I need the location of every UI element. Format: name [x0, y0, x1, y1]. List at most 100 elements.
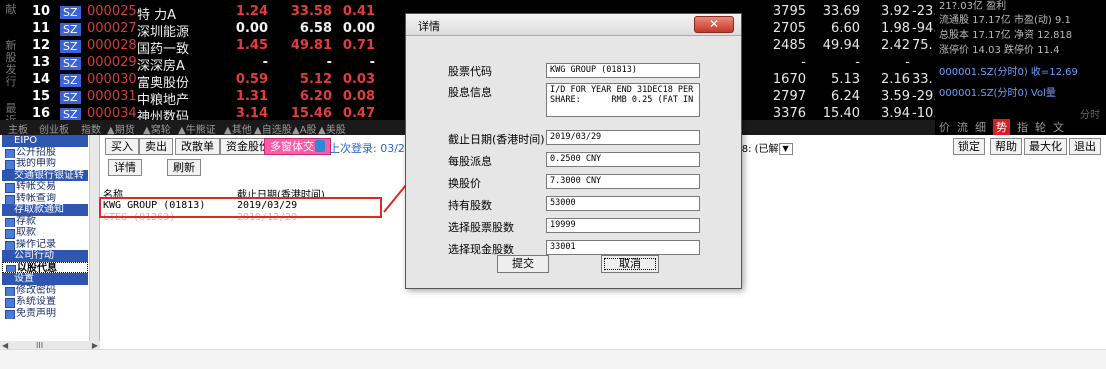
exit-button[interactable]: 退出 — [1069, 138, 1101, 155]
market-tab[interactable]: ▲其他 — [224, 121, 252, 136]
quote-c1: 1.24 — [235, 4, 268, 19]
info-tabs: 价流细势指轮文 — [939, 119, 1071, 135]
quote-c1: 1.31 — [235, 89, 268, 104]
nav-group[interactable]: 存取款通知 — [2, 204, 88, 216]
quote-c1: 1.45 — [235, 38, 268, 53]
market-tab[interactable]: 指数 — [81, 121, 101, 136]
quote-c3: 0.71 — [342, 38, 375, 53]
quote-c3: 0.08 — [342, 89, 375, 104]
highlight-box — [99, 197, 382, 218]
info-tab[interactable]: 指 — [1017, 119, 1028, 135]
buy-button[interactable]: 买入 — [105, 138, 139, 155]
chart-selector-volume[interactable]: 000001.SZ(分时0) Vol量 — [939, 84, 1056, 99]
quote-r2: - — [855, 55, 860, 70]
quote-r1: 3795 — [772, 4, 806, 19]
sell-button[interactable]: 卖出 — [139, 138, 173, 155]
market-tab[interactable]: ▲牛熊证 — [178, 121, 216, 136]
quote-c1: - — [262, 55, 268, 70]
market-tab[interactable]: ▲窝轮 — [143, 121, 171, 136]
nav-item[interactable]: 存款 — [2, 216, 88, 227]
nav-group[interactable]: 交通银行银证转 — [2, 169, 88, 181]
quote-c2: 49.81 — [290, 38, 332, 53]
side-label-top: 献 — [5, 3, 17, 16]
nav-item[interactable]: 免责声明 — [2, 308, 88, 319]
stock-code-field: KWG GROUP (01813) — [546, 63, 700, 78]
info-tab[interactable]: 势 — [993, 119, 1010, 135]
quote-idx: 12 — [32, 38, 51, 53]
nav-item[interactable]: 转帐交易 — [2, 181, 88, 193]
timeshare-label: 分时 — [1080, 110, 1100, 121]
market-tab[interactable]: ▲美股 — [318, 121, 346, 136]
market-tab[interactable]: ▲自选股 — [254, 121, 292, 136]
info-tab[interactable]: 流 — [957, 119, 968, 135]
market-tab[interactable]: 创业板 — [39, 121, 69, 136]
nav-item[interactable]: 修改密码 — [2, 285, 88, 296]
info-tab[interactable]: 文 — [1053, 119, 1064, 135]
quote-idx: 13 — [32, 55, 51, 70]
quote-r3: - — [905, 55, 910, 70]
label-shares-held: 持有股数 — [448, 199, 492, 212]
cancel-button[interactable]: 取消 — [601, 255, 659, 273]
quote-r2: 5.13 — [831, 72, 860, 87]
quote-r2: 15.40 — [822, 106, 860, 121]
nav-item[interactable]: 我的申购 — [2, 158, 88, 170]
quote-c2: - — [326, 55, 332, 70]
nav-item[interactable]: 公开招股 — [2, 147, 88, 158]
conversion-price-field: 7.3000 CNY — [546, 174, 700, 189]
market-tab[interactable]: ▲期货 — [107, 121, 135, 136]
quote-c3: 0.47 — [342, 106, 375, 121]
detail-dialog: 详情 ✕ 股票代码 股息信息 截止日期(香港时间) 每股派息 换股价 持有股数 … — [405, 13, 742, 289]
nav-group[interactable]: EIPO — [2, 135, 88, 147]
submit-button[interactable]: 提交 — [497, 255, 549, 273]
quote-market: SZ — [60, 40, 81, 53]
chevron-down-icon[interactable]: ▼ — [778, 143, 793, 155]
market-tab[interactable]: 主板 — [8, 121, 28, 136]
chart-selector-price[interactable]: 000001.SZ(分时0) 收=12.69 — [939, 63, 1078, 78]
maximize-button[interactable]: 最大化 — [1024, 138, 1067, 155]
info-line: 涨停价 14.03 跌停价 11.4 — [939, 45, 1060, 56]
label-per-share: 每股派息 — [448, 155, 492, 168]
shares-held-field: 53000 — [546, 196, 700, 211]
sidebar-scrollbar[interactable] — [89, 135, 99, 345]
quote-code: 000029 — [87, 55, 137, 70]
nav-item[interactable]: 系统设置 — [2, 296, 88, 308]
quote-c1: 0.59 — [235, 72, 268, 87]
quote-market: SZ — [60, 6, 81, 19]
market-tab[interactable]: ▲A股 — [292, 121, 317, 136]
stock-info-panel: 21?.03亿 盈利 流通股 17.17亿 市盈(动) 9.1 总股本 17.1… — [935, 0, 1106, 135]
label-stock-qty: 选择股票股数 — [448, 221, 514, 234]
status-bar — [0, 349, 1106, 369]
quote-market: SZ — [60, 91, 81, 104]
info-tab[interactable]: 价 — [939, 119, 950, 135]
quote-idx: 14 — [32, 72, 51, 87]
nav-item[interactable]: 操作记录 — [2, 239, 88, 250]
help-button[interactable]: 帮助 — [990, 138, 1022, 155]
refresh-button[interactable]: 刷新 — [167, 159, 201, 176]
quote-r2: 6.60 — [831, 21, 860, 36]
nav-item[interactable]: 转帐查询 — [2, 193, 88, 204]
quote-r3: 3.59 — [881, 89, 910, 104]
dialog-title: 详情 — [418, 20, 440, 33]
cash-qty-input[interactable]: 33001 — [546, 240, 700, 255]
nav-group[interactable]: 设置 — [2, 273, 88, 285]
nav-group[interactable]: 公司行动 — [2, 250, 88, 262]
info-tab[interactable]: 轮 — [1035, 119, 1046, 135]
quote-market: SZ — [60, 57, 81, 70]
quote-r1: 1670 — [772, 72, 806, 87]
dialog-titlebar[interactable]: 详情 ✕ — [406, 14, 741, 36]
stock-qty-input[interactable]: 19999 — [546, 218, 700, 233]
info-tab[interactable]: 细 — [975, 119, 986, 135]
deadline-field: 2019/03/29 — [546, 130, 700, 145]
quote-code: 000025 — [87, 4, 137, 19]
quote-c2: 15.46 — [290, 106, 332, 121]
nav-item[interactable]: 取款 — [2, 227, 88, 239]
nav-sidebar: EIPO 公开招股 我的申购 交通银行银证转 转帐交易 转帐查询 存取款通知 存款 取款 操作记录… — [0, 135, 100, 349]
detail-button[interactable]: 详情 — [108, 159, 142, 176]
quote-market: SZ — [60, 23, 81, 36]
label-conversion-price: 换股价 — [448, 177, 481, 190]
modify-order-button[interactable]: 改散单 — [175, 138, 220, 155]
nav-item[interactable]: 以股代息 — [2, 261, 88, 273]
lock-button[interactable]: 锁定 — [953, 138, 985, 155]
close-button[interactable]: ✕ — [694, 16, 734, 33]
quote-c3: - — [369, 55, 375, 70]
